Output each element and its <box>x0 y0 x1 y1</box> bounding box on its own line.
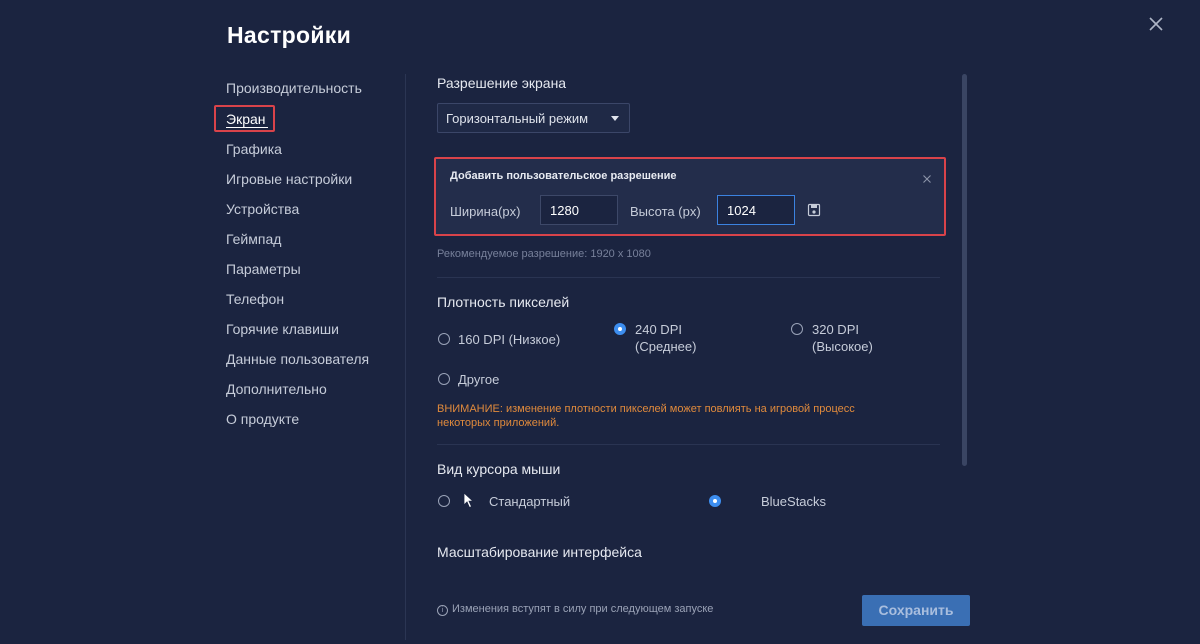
sidebar-item-preferences[interactable]: Параметры <box>226 261 301 277</box>
dpi-240-radio[interactable] <box>614 323 626 335</box>
sidebar-item-game-settings[interactable]: Игровые настройки <box>226 171 352 187</box>
dpi-320-radio[interactable] <box>791 323 803 335</box>
dpi-warning-line1: ВНИМАНИЕ: изменение плотности пикселей м… <box>437 403 855 415</box>
resolution-heading: Разрешение экрана <box>437 75 567 91</box>
scrollbar[interactable] <box>962 74 967 466</box>
sidebar-item-devices[interactable]: Устройства <box>226 201 299 217</box>
restart-notice-text: Изменения вступят в силу при следующем з… <box>452 603 714 615</box>
section-divider <box>437 277 940 278</box>
dpi-160-radio[interactable] <box>438 333 450 345</box>
orientation-selected-value: Горизонтальный режим <box>446 111 589 126</box>
scaling-heading: Масштабирование интерфейса <box>437 544 642 560</box>
width-label: Ширина(px) <box>450 204 521 219</box>
sidebar-item-graphics[interactable]: Графика <box>226 141 282 157</box>
dpi-warning-line2: некоторых приложений. <box>437 417 560 429</box>
height-label: Высота (px) <box>630 204 701 219</box>
cursor-standard-radio[interactable] <box>438 495 450 507</box>
save-button[interactable]: Сохранить <box>862 595 970 626</box>
close-icon[interactable] <box>922 171 932 183</box>
dpi-other-radio[interactable] <box>438 373 450 385</box>
dpi-other-label[interactable]: Другое <box>458 371 499 388</box>
sidebar-item-performance[interactable]: Производительность <box>226 80 362 96</box>
settings-window: Настройки Производительность Экран Графи… <box>0 0 1200 644</box>
cursor-bluestacks-label[interactable]: BlueStacks <box>761 493 826 510</box>
dpi-heading: Плотность пикселей <box>437 294 570 310</box>
dpi-240-label[interactable]: 240 DPI (Среднее) <box>635 321 696 355</box>
dpi-320-label-line1: 320 DPI <box>812 322 859 337</box>
active-item-underline <box>226 127 268 128</box>
sidebar-divider <box>405 74 406 640</box>
recommended-resolution: Рекомендуемое разрешение: 1920 x 1080 <box>437 248 651 260</box>
page-title: Настройки <box>227 22 352 48</box>
save-icon[interactable] <box>807 203 821 217</box>
sidebar-item-phone[interactable]: Телефон <box>226 291 284 307</box>
cursor-standard-label[interactable]: Стандартный <box>489 493 570 510</box>
section-divider <box>437 444 940 445</box>
close-icon[interactable] <box>1146 14 1166 34</box>
info-icon: i <box>437 605 448 616</box>
sidebar-item-advanced[interactable]: Дополнительно <box>226 381 327 397</box>
chevron-down-icon <box>611 116 619 121</box>
cursor-bluestacks-radio[interactable] <box>709 495 721 507</box>
restart-notice: i Изменения вступят в силу при следующем … <box>437 603 713 616</box>
orientation-dropdown[interactable]: Горизонтальный режим <box>437 103 630 133</box>
sidebar-item-user-data[interactable]: Данные пользователя <box>226 351 369 367</box>
custom-resolution-panel: Добавить пользовательское разрешение Шир… <box>434 157 946 236</box>
custom-resolution-title: Добавить пользовательское разрешение <box>450 170 677 182</box>
dpi-240-label-line1: 240 DPI <box>635 322 682 337</box>
width-input[interactable] <box>540 195 618 225</box>
height-input[interactable] <box>717 195 795 225</box>
arrow-cursor-icon <box>463 492 475 509</box>
dpi-warning: ВНИМАНИЕ: изменение плотности пикселей м… <box>437 402 937 430</box>
dpi-320-label[interactable]: 320 DPI (Высокое) <box>812 321 873 355</box>
dpi-320-label-line2: (Высокое) <box>812 339 873 354</box>
dpi-240-label-line2: (Среднее) <box>635 339 697 354</box>
cursor-heading: Вид курсора мыши <box>437 461 561 477</box>
sidebar-item-gamepad[interactable]: Геймпад <box>226 231 281 247</box>
dpi-160-label[interactable]: 160 DPI (Низкое) <box>458 331 560 348</box>
sidebar-item-shortcuts[interactable]: Горячие клавиши <box>226 321 339 337</box>
sidebar-item-about[interactable]: О продукте <box>226 411 299 427</box>
